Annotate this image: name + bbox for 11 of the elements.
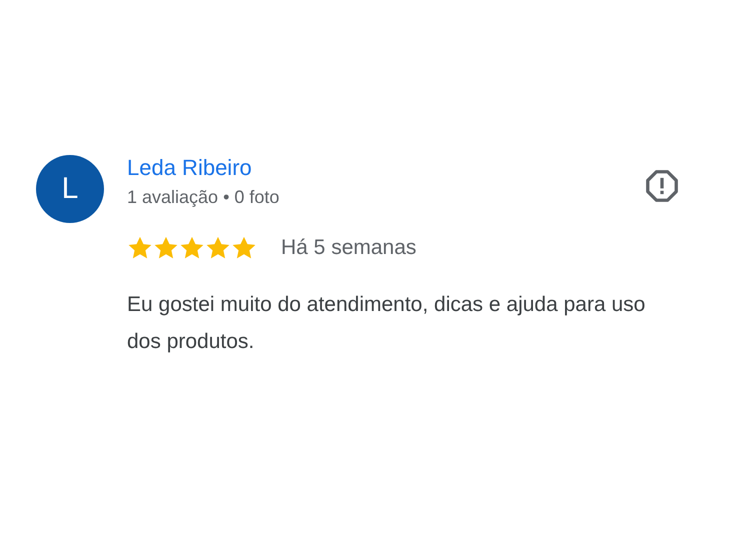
star-icon: [205, 236, 231, 260]
report-icon[interactable]: [644, 168, 680, 204]
star-icon: [153, 236, 179, 260]
star-icon: [127, 236, 153, 260]
author-name[interactable]: Leda Ribeiro: [127, 155, 280, 181]
star-icon: [231, 236, 257, 260]
avatar: L: [36, 155, 104, 223]
star-icon: [179, 236, 205, 260]
review-date: Há 5 semanas: [281, 236, 416, 260]
author-meta: 1 avaliação • 0 foto: [127, 187, 280, 208]
review-text: Eu gostei muito do atendimento, dicas e ajuda para uso dos produtos.: [127, 292, 646, 355]
